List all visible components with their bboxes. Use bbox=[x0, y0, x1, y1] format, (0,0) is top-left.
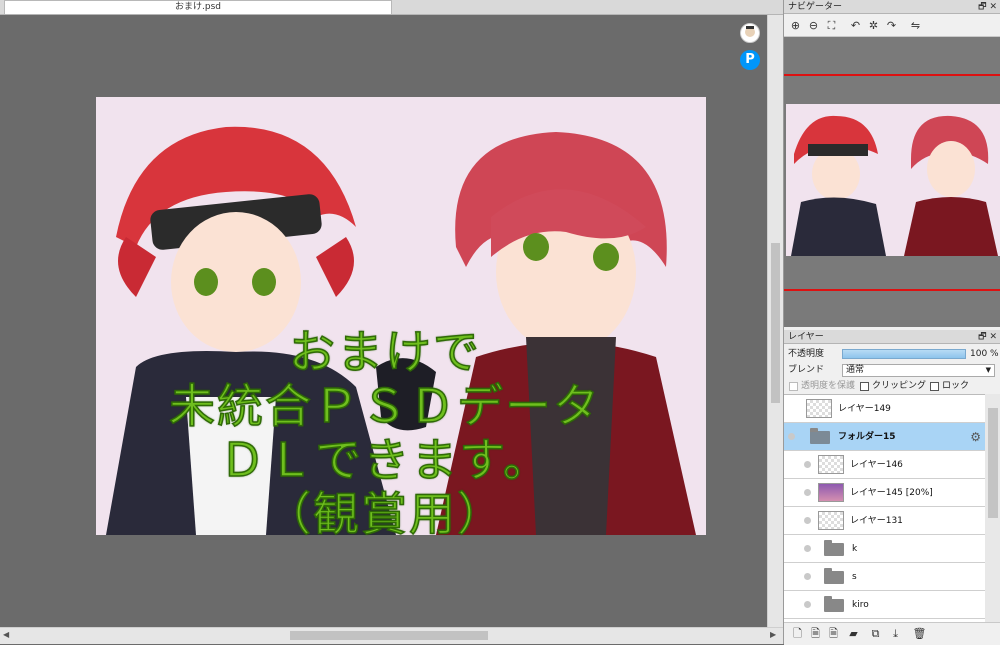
new-folder-icon[interactable]: ▰ bbox=[846, 626, 861, 641]
visibility-eye-icon[interactable] bbox=[804, 545, 811, 552]
chevron-down-icon: ▼ bbox=[985, 366, 991, 374]
right-panel-column: ナビゲーター 🗗 ✕ ⊕ ⊖ ⛶ ↶ ✲ ↷ ⇋ レイヤー 🗗 ✕ 不透明度 1… bbox=[783, 0, 1000, 645]
protect-alpha-checkbox[interactable] bbox=[789, 382, 798, 391]
layer-item[interactable]: kiro bbox=[784, 591, 985, 619]
scroll-left-arrow-icon[interactable]: ◀ bbox=[3, 630, 9, 639]
folder-icon bbox=[824, 596, 844, 612]
navigator-toolbar: ⊕ ⊖ ⛶ ↶ ✲ ↷ ⇋ bbox=[784, 15, 1000, 37]
pixiv-icon[interactable]: P bbox=[740, 50, 760, 70]
document-tab[interactable]: おまけ.psd bbox=[4, 0, 392, 14]
layer-item[interactable]: k bbox=[784, 535, 985, 563]
flip-icon[interactable]: ⇋ bbox=[908, 18, 923, 33]
visibility-eye-icon[interactable] bbox=[788, 433, 795, 440]
overlay-line: ＤＬできます。 bbox=[219, 432, 551, 488]
layer-name: レイヤー149 bbox=[838, 404, 891, 414]
blend-label: ブレンド bbox=[788, 365, 825, 375]
gear-icon[interactable]: ⚙ bbox=[970, 430, 981, 444]
canvas-horizontal-scrollbar[interactable]: ◀ ▶ bbox=[0, 627, 783, 644]
layer-name: レイヤー145 [20%] bbox=[850, 488, 933, 498]
navigator-panel-title: ナビゲーター 🗗 ✕ bbox=[784, 0, 1000, 14]
new-layer-alt-icon[interactable]: 🗎 bbox=[808, 626, 823, 641]
folder-icon bbox=[810, 428, 830, 444]
navigator-preview[interactable] bbox=[784, 37, 1000, 327]
navigator-viewport-bottom-line bbox=[784, 289, 1000, 291]
scroll-right-arrow-icon[interactable]: ▶ bbox=[770, 630, 776, 639]
navigator-title-text: ナビゲーター bbox=[788, 2, 843, 12]
visibility-eye-icon[interactable] bbox=[804, 573, 811, 580]
protect-alpha-label: 透明度を保護 bbox=[801, 381, 856, 391]
layers-title-text: レイヤー bbox=[788, 332, 824, 342]
layer-toolbar: 🗋 🗎 🗎 ▰ ⧉ ⤓ 🗑 bbox=[784, 622, 1000, 645]
layers-window-buttons[interactable]: 🗗 ✕ bbox=[978, 330, 997, 344]
navigator-viewport-top-line bbox=[784, 74, 1000, 76]
delete-layer-icon[interactable]: 🗑 bbox=[912, 626, 927, 641]
horizontal-scroll-thumb[interactable] bbox=[290, 631, 488, 640]
clipping-label: クリッピング bbox=[872, 381, 927, 391]
layer-name: k bbox=[852, 544, 858, 554]
document-tab-strip: おまけ.psd bbox=[0, 0, 783, 15]
overlay-line: 未統合ＰＳＤデータ bbox=[168, 378, 601, 434]
visibility-eye-icon[interactable] bbox=[804, 517, 811, 524]
canvas-area[interactable]: おまけで 未統合ＰＳＤデータ ＤＬできます。 （観賞用） P bbox=[0, 15, 767, 627]
new-layer-icon[interactable]: 🗋 bbox=[790, 626, 805, 641]
opacity-row: 不透明度 100 % bbox=[784, 346, 1000, 362]
overlay-line: おまけで bbox=[288, 324, 481, 380]
layer-option-checks: 透明度を保護 クリッピング ロック bbox=[784, 378, 1000, 394]
vertical-scroll-thumb[interactable] bbox=[771, 243, 780, 403]
folder-icon bbox=[824, 540, 844, 556]
layer-name: レイヤー131 bbox=[850, 516, 903, 526]
opacity-value: 100 % bbox=[970, 349, 999, 359]
layer-item[interactable]: レイヤー131 bbox=[784, 507, 985, 535]
layer-name: s bbox=[852, 572, 857, 582]
layer-thumbnail bbox=[818, 483, 844, 502]
layer-thumbnail bbox=[818, 511, 844, 530]
merge-down-icon[interactable]: ⤓ bbox=[888, 626, 903, 641]
layer-scroll-thumb[interactable] bbox=[988, 408, 998, 518]
rotate-left-icon[interactable]: ↶ bbox=[848, 18, 863, 33]
canvas-vertical-scrollbar[interactable] bbox=[767, 15, 783, 627]
blend-mode-select[interactable]: 通常 ▼ bbox=[842, 364, 995, 377]
zoom-fit-icon[interactable]: ⛶ bbox=[824, 18, 839, 33]
rotate-reset-icon[interactable]: ✲ bbox=[866, 18, 881, 33]
overlay-promo-text: おまけで 未統合ＰＳＤデータ ＤＬできます。 （観賞用） bbox=[60, 324, 710, 542]
opacity-label: 不透明度 bbox=[788, 349, 825, 359]
blend-mode-value: 通常 bbox=[846, 365, 865, 375]
layer-name: レイヤー146 bbox=[850, 460, 903, 470]
layer-item[interactable]: レイヤー146 bbox=[784, 451, 985, 479]
visibility-eye-icon[interactable] bbox=[804, 601, 811, 608]
overlay-line: （観賞用） bbox=[264, 486, 505, 542]
clipping-checkbox[interactable] bbox=[860, 382, 869, 391]
visibility-eye-icon[interactable] bbox=[804, 461, 811, 468]
layer-list[interactable]: レイヤー149 フォルダー15 ⚙ レイヤー146 レイヤー145 [20%] … bbox=[784, 394, 985, 623]
visibility-eye-icon[interactable] bbox=[804, 489, 811, 496]
layer-name: kiro bbox=[852, 600, 869, 610]
layer-item[interactable]: レイヤー145 [20%] bbox=[784, 479, 985, 507]
navigator-window-buttons[interactable]: 🗗 ✕ bbox=[978, 0, 997, 14]
zoom-out-icon[interactable]: ⊖ bbox=[806, 18, 821, 33]
blend-row: ブレンド 通常 ▼ bbox=[784, 362, 1000, 378]
layer-thumbnail bbox=[806, 399, 832, 418]
folder-icon bbox=[824, 568, 844, 584]
rotate-right-icon[interactable]: ↷ bbox=[884, 18, 899, 33]
zoom-in-icon[interactable]: ⊕ bbox=[788, 18, 803, 33]
layer-item[interactable]: レイヤー149 bbox=[784, 395, 985, 423]
copy-layer-icon[interactable]: ⧉ bbox=[868, 626, 883, 641]
layer-name: フォルダー15 bbox=[838, 432, 896, 442]
lock-checkbox[interactable] bbox=[930, 382, 939, 391]
lock-label: ロック bbox=[942, 381, 970, 391]
layer-list-scrollbar[interactable] bbox=[985, 394, 1000, 622]
navigator-thumbnail[interactable] bbox=[786, 104, 1000, 256]
avatar-icon[interactable] bbox=[740, 23, 760, 43]
opacity-slider[interactable] bbox=[842, 349, 966, 359]
layers-panel-title: レイヤー 🗗 ✕ bbox=[784, 330, 1000, 344]
layer-item[interactable]: s bbox=[784, 563, 985, 591]
layer-item-selected-folder[interactable]: フォルダー15 ⚙ bbox=[784, 423, 985, 451]
layer-thumbnail bbox=[818, 455, 844, 474]
new-layer-type-icon[interactable]: 🗎 bbox=[826, 626, 841, 641]
